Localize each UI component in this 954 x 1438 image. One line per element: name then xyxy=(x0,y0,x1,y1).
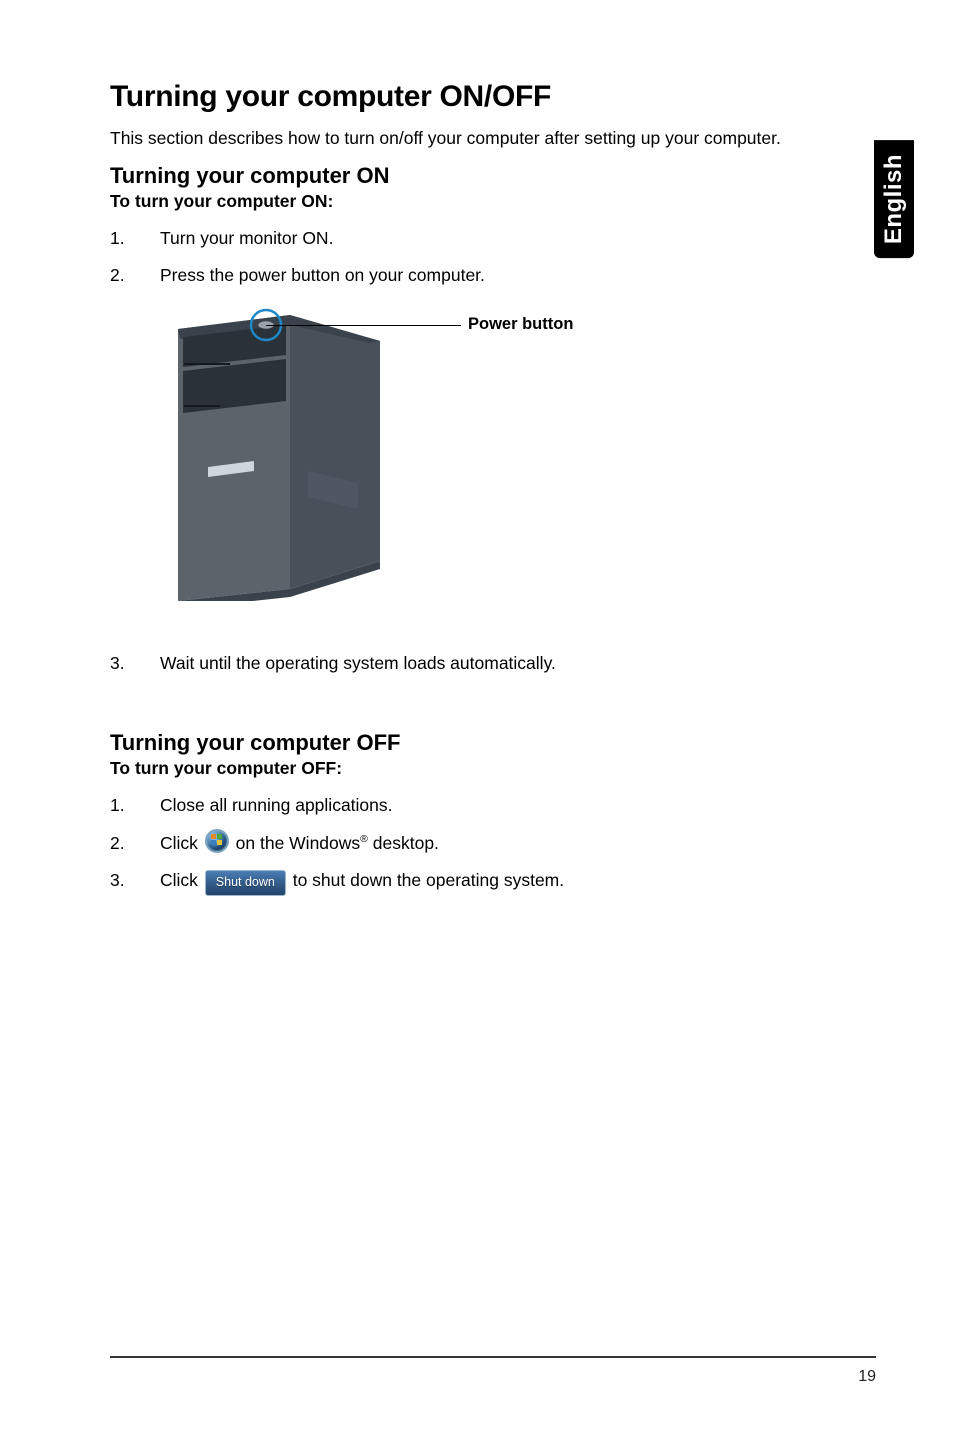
step-number: 3. xyxy=(110,653,160,674)
page-footer: 19 xyxy=(110,1356,876,1386)
step-text: Close all running applications. xyxy=(160,793,854,818)
page-title: Turning your computer ON/OFF xyxy=(110,80,854,114)
power-button-label: Power button xyxy=(468,315,573,334)
list-item: 2. Click on the Windows® desktop. xyxy=(110,829,854,856)
list-item: 1. Close all running applications. xyxy=(110,793,854,818)
step-text: Click on the Windows® desktop. xyxy=(160,829,854,856)
step-number: 1. xyxy=(110,228,160,249)
off-subheading: To turn your computer OFF: xyxy=(110,758,854,779)
step-text-post: to shut down the operating system. xyxy=(288,870,564,890)
step-text-pre: Click xyxy=(160,870,203,890)
list-item: 2. Press the power button on your comput… xyxy=(110,263,854,288)
shut-down-button-image: Shut down xyxy=(205,870,286,897)
step-text: Wait until the operating system loads au… xyxy=(160,651,854,676)
on-steps-1-2: 1. Turn your monitor ON. 2. Press the po… xyxy=(110,226,854,287)
step-number: 2. xyxy=(110,833,160,854)
step-text-pre: Click xyxy=(160,833,203,853)
intro-text: This section describes how to turn on/of… xyxy=(110,128,854,149)
on-steps-3: 3. Wait until the operating system loads… xyxy=(110,651,854,676)
computer-tower-image xyxy=(170,301,400,601)
step-text: Click Shut down to shut down the operati… xyxy=(160,868,854,897)
callout-leader-line xyxy=(266,325,461,326)
step-text: Turn your monitor ON. xyxy=(160,226,854,251)
language-tab: English xyxy=(874,140,914,258)
computer-tower-figure: Power button xyxy=(170,301,590,621)
on-heading: Turning your computer ON xyxy=(110,163,854,189)
off-heading: Turning your computer OFF xyxy=(110,730,854,756)
step-number: 1. xyxy=(110,795,160,816)
registered-mark: ® xyxy=(360,833,368,845)
step-number: 3. xyxy=(110,870,160,891)
step-text: Press the power button on your computer. xyxy=(160,263,854,288)
step-text-suffix: desktop. xyxy=(368,833,439,853)
list-item: 3. Click Shut down to shut down the oper… xyxy=(110,868,854,897)
windows-start-orb-icon xyxy=(205,829,229,853)
footer-rule xyxy=(110,1356,876,1358)
step-number: 2. xyxy=(110,265,160,286)
list-item: 3. Wait until the operating system loads… xyxy=(110,651,854,676)
list-item: 1. Turn your monitor ON. xyxy=(110,226,854,251)
page-number: 19 xyxy=(110,1368,876,1386)
off-steps: 1. Close all running applications. 2. Cl… xyxy=(110,793,854,897)
step-text-post: on the Windows xyxy=(231,833,360,853)
on-subheading: To turn your computer ON: xyxy=(110,191,854,212)
